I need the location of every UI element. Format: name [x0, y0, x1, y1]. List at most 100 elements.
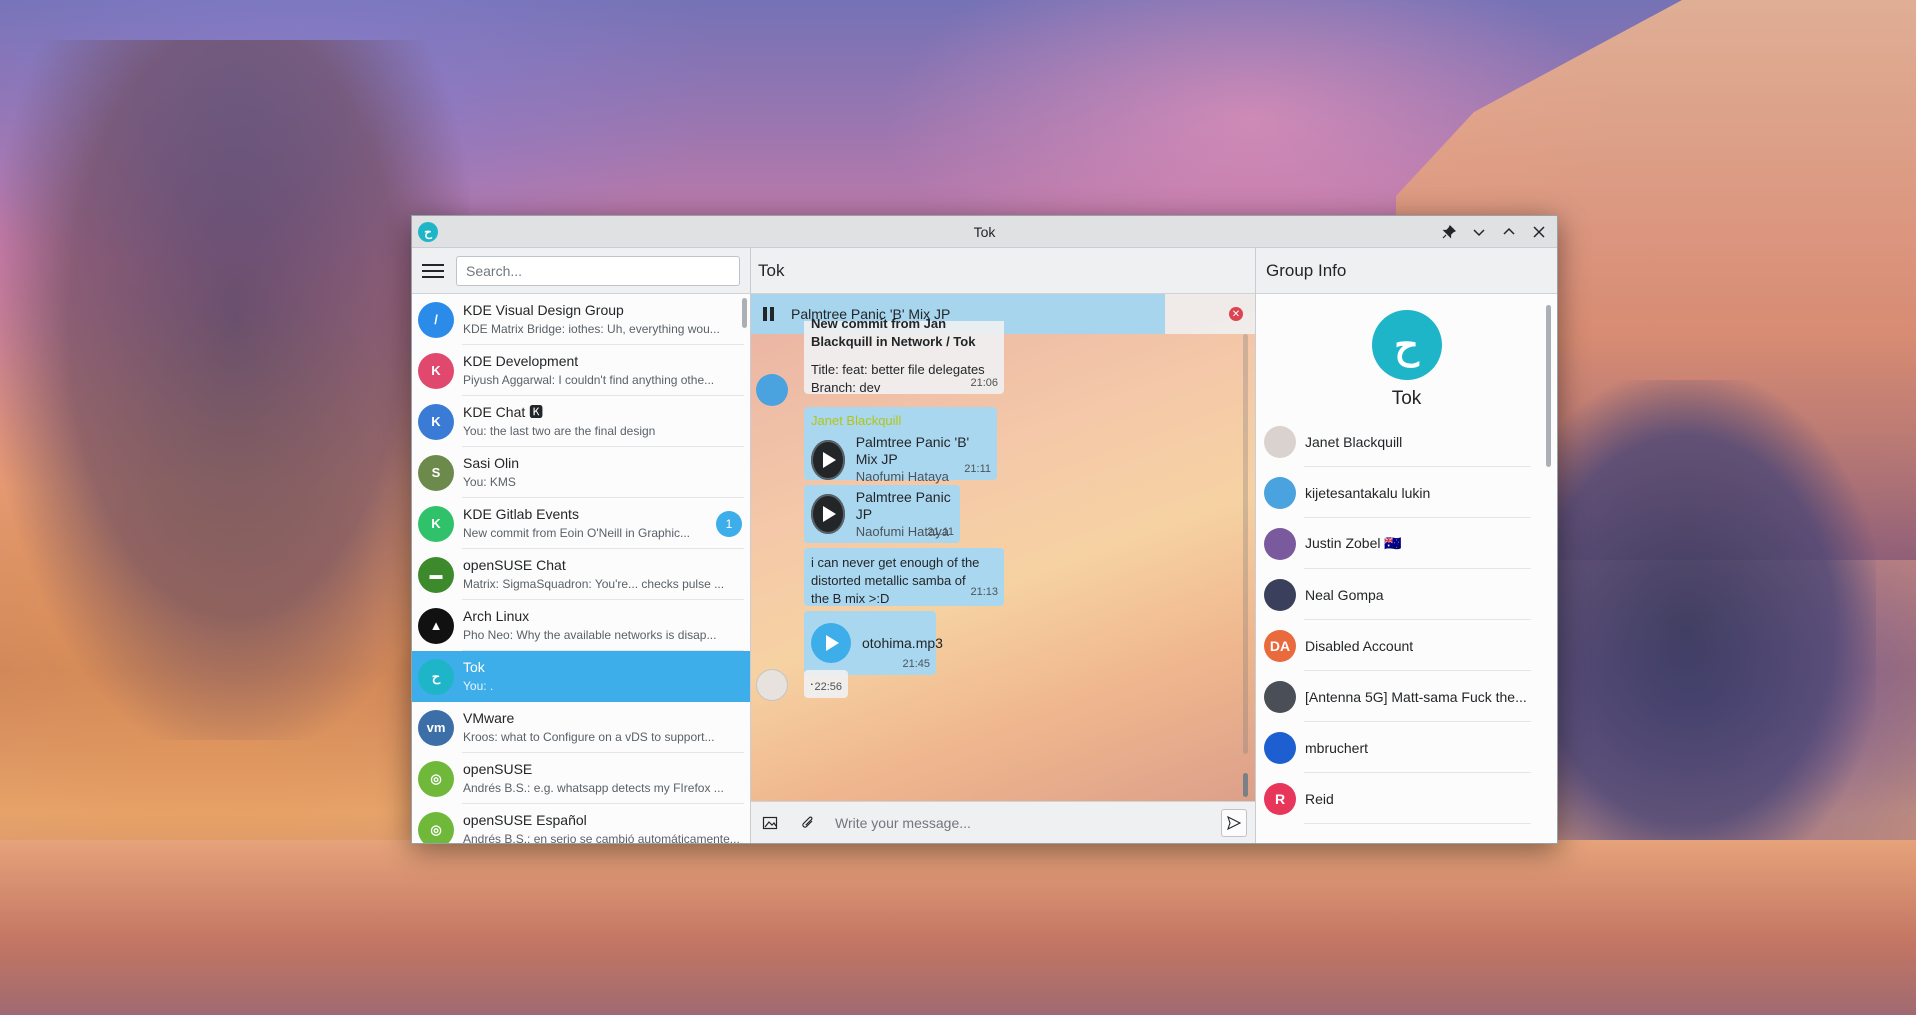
room-avatar: ◎: [418, 760, 454, 797]
room-name: openSUSE: [463, 760, 533, 777]
message-body: .: [810, 673, 814, 688]
search-input[interactable]: [456, 255, 740, 286]
tok-window: ح Tok /KDE Visual Desig: [411, 215, 1558, 844]
room-name: KDE Gitlab Events: [463, 505, 579, 522]
message-time: 21:11: [927, 526, 954, 538]
room-preview: You: .: [463, 678, 494, 693]
room-name: VMware: [463, 709, 515, 726]
message-time: 21:11: [964, 463, 991, 475]
timeline-scrollbar[interactable]: [1243, 773, 1248, 797]
close-player-icon[interactable]: ✕: [1229, 307, 1243, 321]
message-file[interactable]: otohima.mp3 21:45: [804, 611, 943, 675]
room-item[interactable]: S Sasi Olin You: KMS: [412, 447, 750, 498]
group-info-scrollbar[interactable]: [1546, 305, 1551, 467]
hamburger-menu-icon[interactable]: [422, 260, 444, 282]
room-item[interactable]: ▲ Arch Linux Pho Neo: Why the available ne…: [412, 600, 750, 651]
paperclip-icon[interactable]: [797, 812, 819, 834]
audio-track: Palmtree Panic JP: [855, 488, 951, 522]
member-avatar: [1264, 731, 1296, 764]
room-list-pane: / KDE Visual Design Group KDE Matrix Bridg…: [412, 248, 751, 843]
timeline-scroll-track[interactable]: [1243, 334, 1248, 754]
member-name: Janet Blackquill: [1305, 433, 1403, 450]
room-preview: Pho Neo: Why the available networks is d…: [463, 627, 717, 642]
room-preview: KDE Matrix Bridge: iothes: Uh, everythin…: [463, 321, 720, 336]
member-name: Reid: [1305, 790, 1334, 807]
member-avatar: [1264, 527, 1296, 560]
message-text[interactable]: i can never get enough of the distorted …: [804, 548, 1004, 606]
member-item[interactable]: Justin Zobel 🇦🇺: [1256, 518, 1557, 569]
member-item[interactable]: R Reid: [1256, 773, 1557, 824]
member-avatar: DA: [1264, 629, 1296, 662]
window-controls: [1437, 220, 1551, 244]
room-text: Arch Linux Pho Neo: Why the available net…: [463, 608, 744, 644]
room-item[interactable]: ◎ openSUSE Andrés B.S.: e.g. whatsapp dete…: [412, 753, 750, 804]
send-icon[interactable]: [1221, 808, 1247, 837]
group-avatar[interactable]: ح: [1371, 310, 1442, 380]
user-avatar[interactable]: [756, 669, 788, 701]
room-item[interactable]: K KDE Development Piyush Aggarwal: I could…: [412, 345, 750, 396]
room-text: KDE Visual Design Group KDE Matrix Bridge…: [463, 302, 744, 338]
wallpaper-tree-left: [0, 40, 470, 740]
room-avatar: /: [418, 301, 454, 338]
member-item[interactable]: Neal Gompa: [1256, 569, 1557, 620]
room-text: KDE Chat 🅺 You: the last two are the fina…: [463, 404, 744, 440]
member-item[interactable]: Janet Blackquill: [1256, 416, 1557, 467]
member-name: Disabled Account: [1305, 637, 1414, 654]
room-preview: Matrix: SigmaSquadron: You're... checks …: [463, 576, 725, 591]
commit-branch: Branch: dev: [811, 380, 881, 395]
room-item[interactable]: ح Tok You: .: [412, 651, 750, 702]
room-text: openSUSE Español Andrés B.S.: en serio se…: [463, 812, 744, 844]
room-list: / KDE Visual Design Group KDE Matrix Bridg…: [412, 294, 750, 843]
room-preview: Piyush Aggarwal: I couldn't find anythin…: [463, 372, 715, 387]
room-preview: You: the last two are the final design: [463, 423, 656, 438]
room-avatar: vm: [418, 709, 454, 746]
room-text: KDE Development Piyush Aggarwal: I couldn…: [463, 353, 744, 389]
room-item[interactable]: / KDE Visual Design Group KDE Matrix Bridg…: [412, 294, 750, 345]
wallpaper-ground: [0, 840, 1916, 1015]
message-input[interactable]: [835, 807, 1221, 838]
file-name: otohima.mp3: [862, 634, 943, 651]
member-item[interactable]: mbruchert: [1256, 722, 1557, 773]
room-preview: New commit from Eoin O'Neill in Graphic.…: [463, 525, 691, 540]
maximize-icon[interactable]: [1497, 220, 1521, 244]
message-audio[interactable]: Palmtree Panic JP Naofumi Hataya 21:11: [804, 485, 960, 543]
group-info-pane: Group Info ح Tok Janet Blackquill kijetes…: [1256, 248, 1557, 843]
message-text[interactable]: . 22:56: [804, 670, 848, 698]
divider: [1304, 823, 1531, 824]
message-time: 22:56: [814, 681, 842, 693]
titlebar[interactable]: ح Tok: [412, 216, 1557, 248]
timeline: Palmtree Panic 'B' Mix JP ✕ New commit f…: [751, 294, 1255, 801]
member-item[interactable]: DA Disabled Account: [1256, 620, 1557, 671]
minimize-icon[interactable]: [1467, 220, 1491, 244]
group-name: Tok: [1391, 388, 1422, 409]
room-item[interactable]: K KDE Gitlab Events New commit from Eoin O…: [412, 498, 750, 549]
tok-app-icon[interactable]: ح: [418, 221, 438, 242]
bot-avatar[interactable]: [756, 374, 788, 406]
pause-icon[interactable]: [763, 307, 777, 321]
room-item[interactable]: K KDE Chat 🅺 You: the last two are the fin…: [412, 396, 750, 447]
member-avatar: R: [1264, 782, 1296, 815]
room-item[interactable]: vm VMware Kroos: what to Configure on a vD…: [412, 702, 750, 753]
message-audio[interactable]: Janet Blackquill Palmtree Panic 'B' Mix …: [804, 407, 997, 484]
window-title: Tok: [973, 223, 996, 240]
room-text: VMware Kroos: what to Configure on a vDS …: [463, 710, 744, 746]
play-icon[interactable]: [811, 439, 845, 480]
room-preview: Andrés B.S.: en serio se cambió automáti…: [463, 831, 740, 844]
sender-name[interactable]: Janet Blackquill: [811, 413, 990, 428]
room-item[interactable]: ▬ openSUSE Chat Matrix: SigmaSquadron: You…: [412, 549, 750, 600]
member-name: Justin Zobel 🇦🇺: [1305, 535, 1402, 551]
room-name: KDE Chat 🅺: [463, 403, 544, 420]
message-time: 21:45: [902, 658, 930, 670]
play-icon[interactable]: [811, 494, 845, 534]
room-list-header: [412, 248, 750, 294]
room-avatar: ح: [418, 658, 454, 695]
play-icon[interactable]: [811, 623, 851, 663]
image-attach-icon[interactable]: [759, 812, 781, 834]
room-item[interactable]: ◎ openSUSE Español Andrés B.S.: en serio s…: [412, 804, 750, 843]
pin-icon[interactable]: [1437, 220, 1461, 244]
member-item[interactable]: [Antenna 5G] Matt-sama Fuck the...: [1256, 671, 1557, 722]
message-commit[interactable]: New commit from Jan Blackquill in Networ…: [804, 316, 1004, 395]
room-avatar: S: [418, 454, 454, 491]
close-icon[interactable]: [1527, 220, 1551, 244]
member-item[interactable]: kijetesantakalu lukin: [1256, 467, 1557, 518]
